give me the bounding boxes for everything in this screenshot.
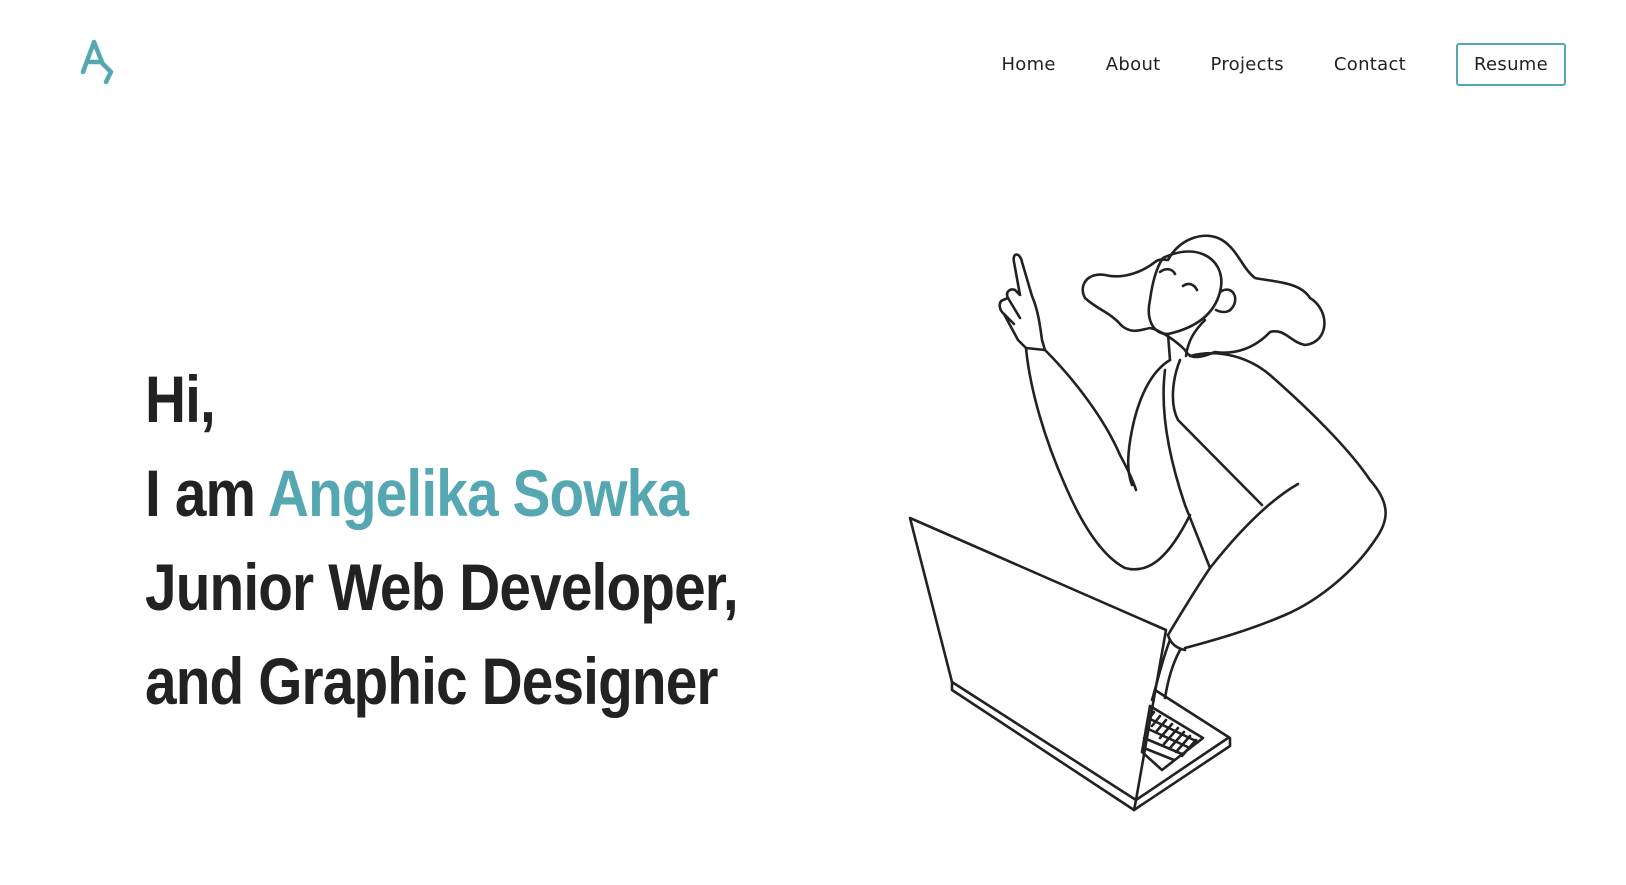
hero-intro-line: I am Angelika Sowka [145, 446, 738, 540]
hero-intro: I am [145, 456, 256, 530]
hero-name: Angelika Sowka [267, 456, 689, 530]
hero-role-line-2: and Graphic Designer [145, 644, 718, 718]
nav-projects-link[interactable]: Projects [1211, 54, 1284, 75]
hero-heading: Hi, I am Angelika Sowka Junior Web Devel… [145, 352, 739, 728]
hero-greeting: Hi, [145, 362, 216, 436]
hero-role-line-1: Junior Web Developer, [145, 550, 739, 624]
main-nav: Home About Projects Contact Resume [951, 42, 1566, 86]
logo-icon[interactable] [80, 38, 114, 84]
woman-with-laptop-illustration [908, 234, 1387, 812]
resume-button[interactable]: Resume [1456, 42, 1566, 86]
nav-about-link[interactable]: About [1106, 54, 1161, 75]
nav-contact-link[interactable]: Contact [1334, 54, 1406, 75]
nav-home-link[interactable]: Home [1001, 54, 1055, 75]
